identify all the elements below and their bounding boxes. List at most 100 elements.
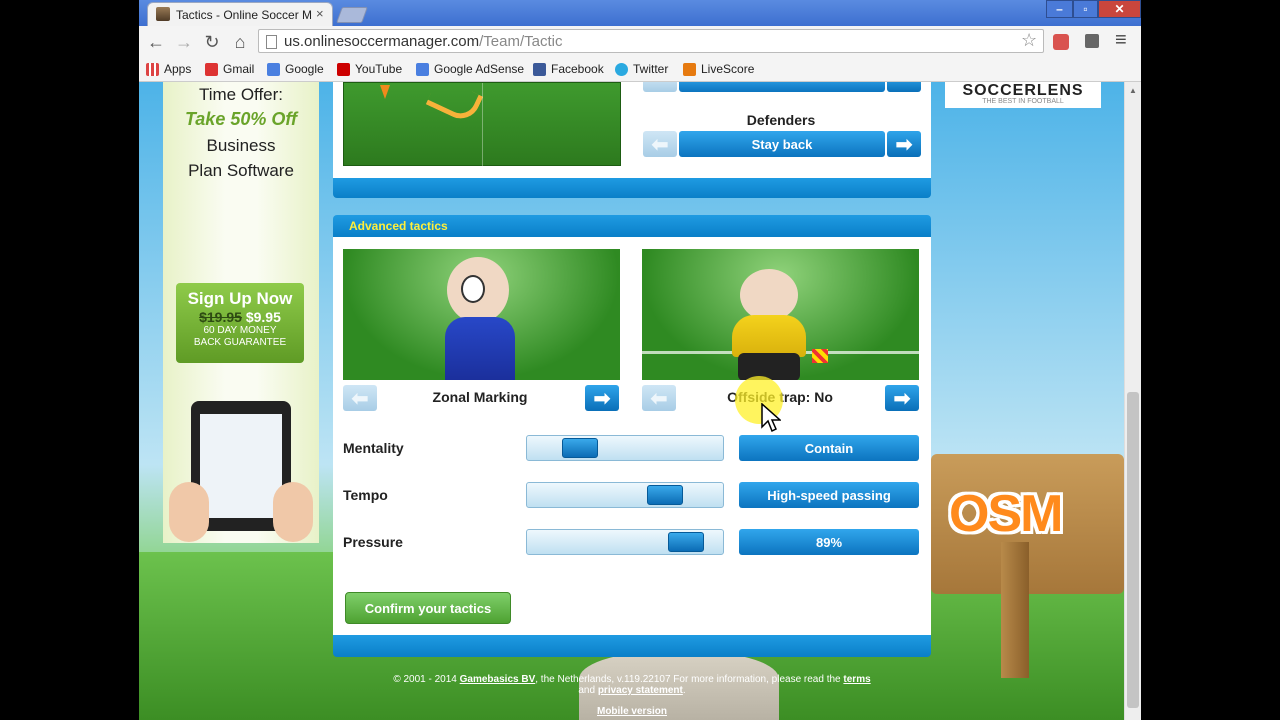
player-shirt <box>445 317 515 380</box>
bookmark-label: YouTube <box>355 62 403 76</box>
prev-marking-button[interactable]: ⬅ <box>343 385 377 411</box>
bookmark-label: Facebook <box>551 62 604 76</box>
mentality-slider[interactable] <box>526 435 724 461</box>
attack-select[interactable] <box>679 82 885 92</box>
scrollbar-thumb[interactable] <box>1127 392 1139 708</box>
defenders-label: Defenders <box>746 112 816 128</box>
slider-handle[interactable] <box>668 532 704 552</box>
close-window-button[interactable]: ✕ <box>1098 0 1141 18</box>
bookmark-label: Google AdSense <box>434 62 525 76</box>
pitch-line <box>482 83 483 167</box>
hand-right <box>273 482 313 542</box>
footer-middle: , the Netherlands, v.119.22107 For more … <box>535 674 841 685</box>
prev-defenders-button[interactable]: ⬅ <box>643 131 677 157</box>
ad-old-price: $19.95 <box>199 309 242 325</box>
page-content: Time Offer: Take 50% Off Business Plan S… <box>139 82 1124 720</box>
bookmark-label: Twitter <box>633 62 669 76</box>
ad-guarantee-1: 60 DAY MONEY <box>203 325 277 336</box>
advanced-tactics-header: Advanced tactics <box>333 215 931 237</box>
mentality-value-button[interactable]: Contain <box>739 435 919 461</box>
footer-company-link[interactable]: Gamebasics BV <box>460 674 536 685</box>
defenders-value[interactable]: Stay back <box>679 131 885 157</box>
tablet-screen <box>200 414 282 518</box>
url-host: us.onlinesoccermanager.com <box>284 33 480 50</box>
tactics-main: Defenders ⬅ Stay back ➡ Advanced tactics <box>333 82 931 657</box>
bookmark-facebook[interactable]: Facebook <box>533 58 604 80</box>
osm-logo: OSM <box>949 485 1063 543</box>
pressure-slider[interactable] <box>526 529 724 555</box>
confirm-tactics-button[interactable]: Confirm your tactics <box>345 592 511 624</box>
ad-line1: Time Offer: <box>198 85 284 104</box>
ad-signup-button[interactable]: Sign Up Now $19.95 $9.95 60 DAY MONEY BA… <box>176 283 304 363</box>
ad-offer: Take 50% Off <box>184 109 298 129</box>
tempo-value-button[interactable]: High-speed passing <box>739 482 919 508</box>
tab-title: Tactics - Online Soccer M <box>176 8 313 22</box>
marking-value: Zonal Marking <box>432 389 528 405</box>
scrollbar[interactable]: ▲ <box>1124 82 1141 720</box>
bookmark-star-icon[interactable]: ☆ <box>1021 30 1037 51</box>
pressure-label: Pressure <box>343 534 403 550</box>
mobile-version-link[interactable]: Mobile version <box>597 706 667 717</box>
next-defenders-button[interactable]: ➡ <box>887 131 921 157</box>
ad-line3: Business <box>206 136 276 155</box>
bookmark-twitter[interactable]: Twitter <box>615 58 668 80</box>
soccerlens-logo[interactable]: SOCCERLENS THE BEST IN FOOTBALL <box>945 82 1101 108</box>
advanced-bottom-bar <box>333 635 931 657</box>
footer-prefix: © 2001 - 2014 <box>393 674 457 685</box>
bookmark-apps[interactable]: Apps <box>146 58 191 80</box>
referee-shorts <box>738 353 800 380</box>
title-bar: Tactics - Online Soccer M × – ▫ ✕ <box>139 0 1141 26</box>
sign-post <box>1001 542 1029 678</box>
referee-shirt <box>732 315 806 357</box>
footer-and: and <box>578 685 596 696</box>
bookmark-livescore[interactable]: LiveScore <box>683 58 754 80</box>
url-path: /Team/Tactic <box>479 33 563 50</box>
next-attack-button[interactable] <box>887 82 921 92</box>
tab-close-icon[interactable]: × <box>316 6 324 21</box>
browser-toolbar: ← → ↻ ⌂ us.onlinesoccermanager.com/Team/… <box>139 26 1141 58</box>
footer-privacy-link[interactable]: privacy statement <box>598 685 683 696</box>
extension-icon[interactable] <box>1053 34 1069 50</box>
forward-icon[interactable]: → <box>173 31 195 53</box>
scroll-up-icon[interactable]: ▲ <box>1129 86 1137 95</box>
menu-icon[interactable]: ≡ <box>1115 29 1127 52</box>
restore-button[interactable]: ▫ <box>1073 0 1098 18</box>
google-icon <box>267 62 280 76</box>
player-eye <box>461 275 485 303</box>
back-icon[interactable]: ← <box>145 31 167 53</box>
slider-handle[interactable] <box>562 438 598 458</box>
home-icon[interactable]: ⌂ <box>229 31 251 53</box>
puzzle-icon[interactable] <box>1085 34 1099 48</box>
facebook-icon <box>533 62 546 76</box>
bookmark-label: Apps <box>164 62 192 76</box>
new-tab-button[interactable] <box>336 7 368 23</box>
pressure-value-button[interactable]: 89% <box>739 529 919 555</box>
prev-attack-button[interactable] <box>643 82 677 92</box>
adsense-icon <box>416 62 429 76</box>
bookmarks-bar: Apps Gmail Google YouTube Google AdSense… <box>139 58 1141 82</box>
mentality-label: Mentality <box>343 440 404 456</box>
footer-terms-link[interactable]: terms <box>843 674 870 685</box>
advanced-tactics-title: Advanced tactics <box>349 219 448 233</box>
flag-icon <box>812 349 828 363</box>
offside-trap-image <box>642 249 919 380</box>
bookmark-youtube[interactable]: YouTube <box>337 58 402 80</box>
tempo-slider[interactable] <box>526 482 724 508</box>
gmail-icon <box>205 62 218 76</box>
bookmark-adsense[interactable]: Google AdSense <box>416 58 524 80</box>
next-marking-button[interactable]: ➡ <box>585 385 619 411</box>
apps-icon <box>146 62 159 76</box>
next-offside-button[interactable]: ➡ <box>885 385 919 411</box>
referee-head <box>740 269 798 321</box>
browser-tab[interactable]: Tactics - Online Soccer M × <box>147 2 333 26</box>
ad-guarantee-2: BACK GUARANTEE <box>193 337 287 348</box>
bookmark-gmail[interactable]: Gmail <box>205 58 254 80</box>
bookmark-label: LiveScore <box>701 62 755 76</box>
prev-offside-button[interactable]: ⬅ <box>642 385 676 411</box>
bookmark-google[interactable]: Google <box>267 58 324 80</box>
reload-icon[interactable]: ↻ <box>201 31 223 53</box>
slider-handle[interactable] <box>647 485 683 505</box>
advertisement[interactable]: Time Offer: Take 50% Off Business Plan S… <box>163 82 319 543</box>
minimize-button[interactable]: – <box>1046 0 1073 18</box>
address-bar[interactable]: us.onlinesoccermanager.com/Team/Tactic ☆ <box>258 29 1044 53</box>
